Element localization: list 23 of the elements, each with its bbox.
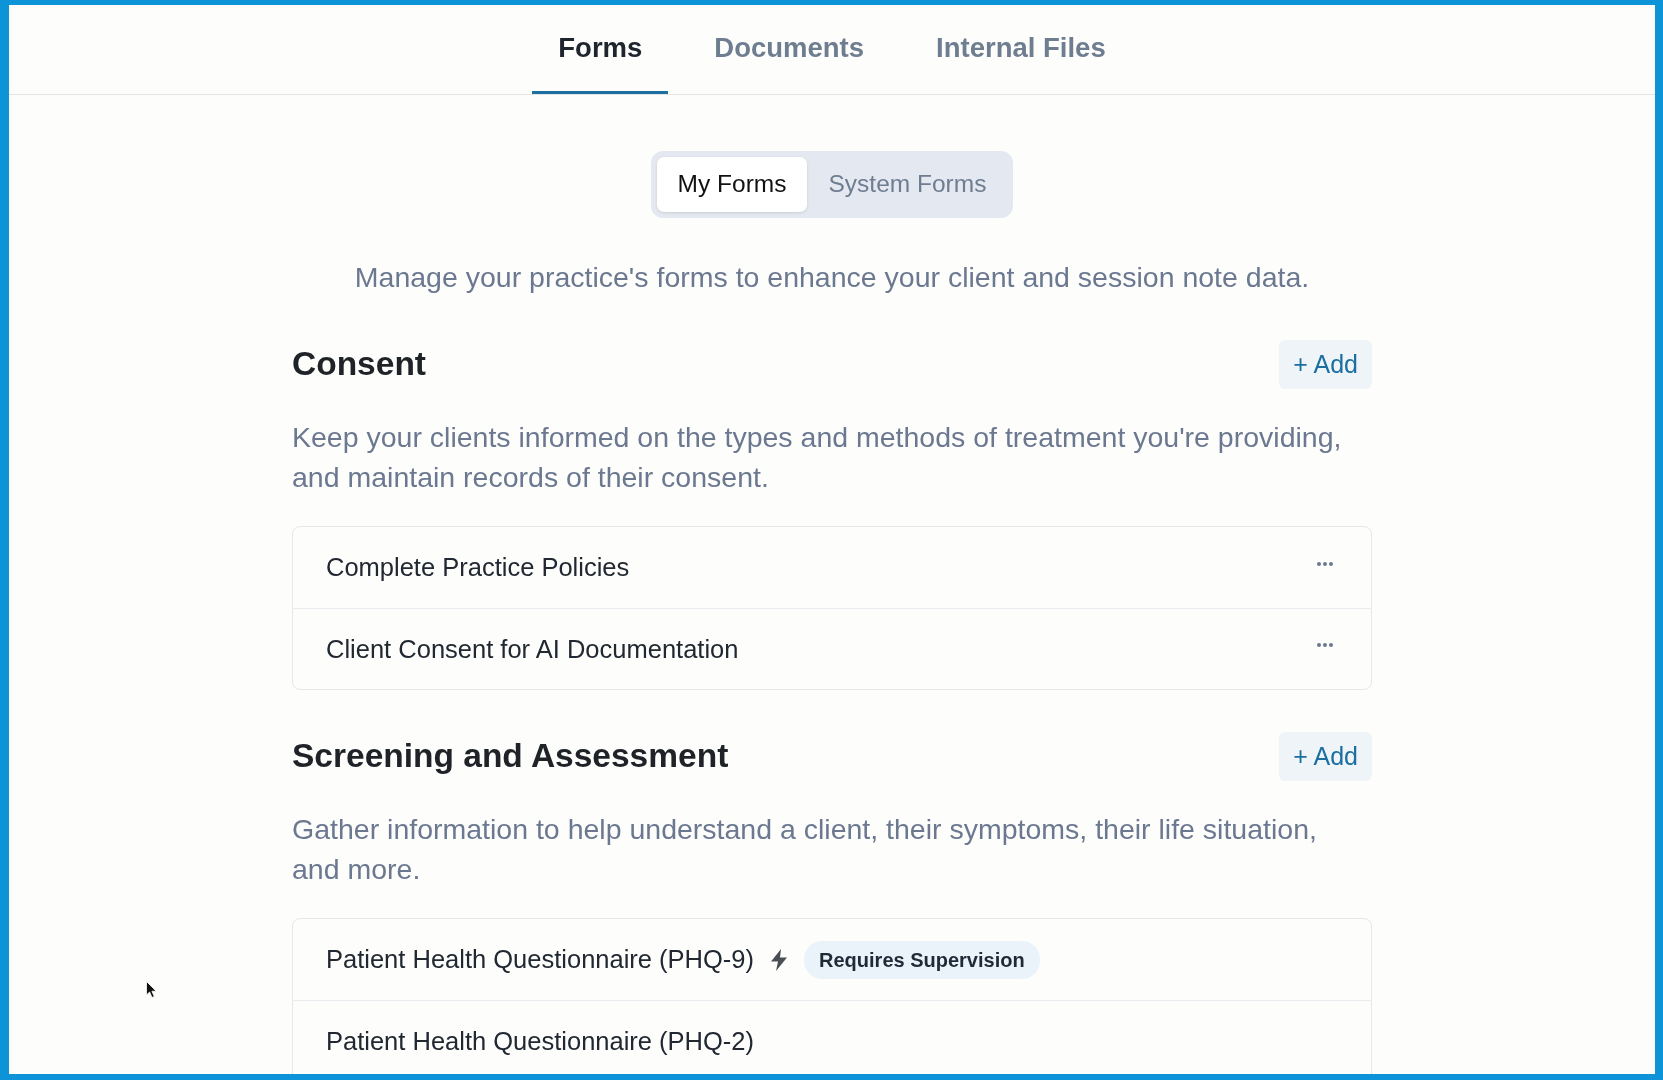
intro-text: Manage your practice's forms to enhance your client and session note data. (353, 260, 1311, 295)
add-button[interactable]: + Add (1279, 340, 1372, 389)
section-description: Gather information to help understand a client, their symptoms, their life situation, and more. (292, 812, 1318, 887)
tab[interactable]: Documents (688, 5, 891, 94)
section-title: Screening and Assessment (292, 736, 729, 777)
form-name: Complete Practice Policies (326, 552, 630, 584)
mouse-pointer-icon (146, 981, 157, 998)
form-row[interactable]: Patient Health Questionnaire (PHQ-2) (293, 1000, 1371, 1074)
section-title: Consent (292, 344, 426, 385)
tab[interactable]: Internal Files (910, 5, 1132, 94)
more-dots-icon[interactable] (1317, 643, 1333, 647)
add-button[interactable]: + Add (1279, 732, 1372, 781)
form-name: Patient Health Questionnaire (PHQ-9) (326, 944, 755, 976)
segment-option[interactable]: My Forms (656, 157, 808, 212)
tab[interactable]: Forms (532, 5, 669, 94)
form-row[interactable]: Patient Health Questionnaire (PHQ-9) Requires Supervision (293, 919, 1371, 1000)
more-dots-icon[interactable] (1317, 561, 1333, 566)
form-row[interactable]: Complete Practice Policies (293, 527, 1371, 608)
status-badge: Requires Supervision (804, 940, 1040, 979)
form-name: Patient Health Questionnaire (PHQ-2) (326, 1025, 755, 1057)
form-row[interactable]: Client Consent for AI Documentation (293, 608, 1371, 689)
section-description: Keep your clients informed on the types and methods of treatment you're providing, and maintain records of their consent. (292, 420, 1343, 495)
form-name: Client Consent for AI Documentation (326, 633, 739, 665)
